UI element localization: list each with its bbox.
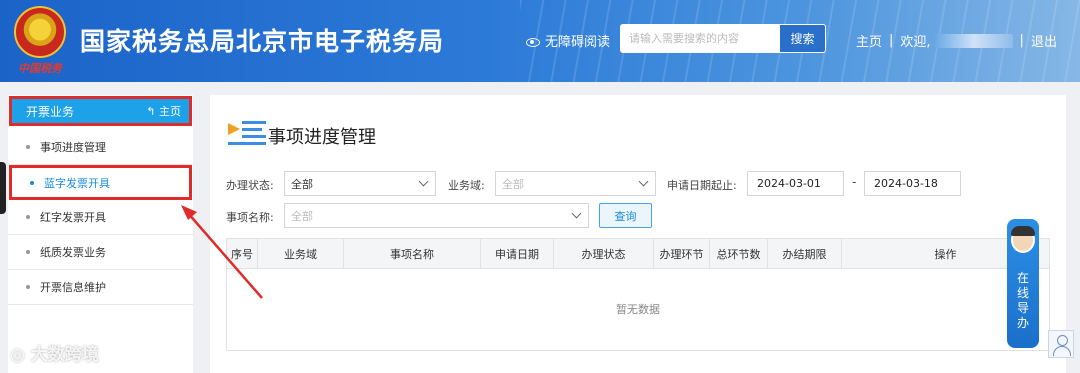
site-header: 中国税务 国家税务总局北京市电子税务局 无障碍阅读 搜索 主页 | 欢迎, | … [0,0,1080,82]
watermark-logo: ◎ 大数跨境 [10,345,99,365]
site-title: 国家税务总局北京市电子税务局 [80,27,445,56]
column-header: 业务域 [258,239,344,269]
welcome-text: 欢迎, [900,35,931,50]
sidebar-item-blue-invoice[interactable]: 蓝字发票开具 [9,165,192,200]
emblem-caption: 中国税务 [18,62,62,75]
accessible-reading-link[interactable]: 无障碍阅读 [526,31,610,50]
guide-char: 在线导办 [1016,271,1029,330]
page-title: 事项进度管理 [268,127,376,148]
sidebar-home-link[interactable]: ↰ 主页 [146,103,181,119]
sidebar-header: 开票业务 ↰ 主页 [9,96,192,126]
table-header: 序号 业务域 事项名称 申请日期 办理状态 办理环节 总环节数 办结期限 操作 [227,239,1049,269]
column-header: 申请日期 [481,239,554,269]
bullet-icon [26,215,30,219]
sidebar-item-invoice-info[interactable]: 开票信息维护 [8,270,193,305]
chevron-down-icon [418,176,429,187]
online-guide-label: 在线导办 [1007,271,1039,331]
top-nav: 主页 | 欢迎, | 退出 [856,31,1057,50]
list-title-icon [228,121,266,145]
search-button[interactable]: 搜索 [779,24,826,53]
sidebar-section-title: 开票业务 [26,104,75,119]
empty-state: 暂无数据 [616,303,660,316]
sidebar-item-progress[interactable]: 事项进度管理 [8,130,193,165]
search-input[interactable] [620,24,780,53]
chevron-down-icon [571,208,582,219]
tax-emblem-icon [14,6,66,58]
column-header: 办理状态 [554,239,654,269]
bullet-icon [30,180,34,185]
date-from-input[interactable]: 2024-03-01 [747,171,844,196]
username-redacted [934,33,1013,48]
date-to-input[interactable]: 2024-03-18 [864,171,961,196]
column-header: 总环节数 [710,239,768,269]
query-button[interactable]: 查询 [599,203,652,228]
domain-select[interactable]: 全部 [495,171,656,196]
column-header: 事项名称 [344,239,481,269]
item-name-label: 事项名称: [226,211,274,224]
sidebar-item-red-invoice[interactable]: 红字发票开具 [8,200,193,235]
bullet-icon [26,145,30,149]
assistant-avatar-icon [1011,226,1035,253]
column-header: 办理环节 [654,239,710,269]
side-drawer-handle[interactable] [0,162,6,214]
bullet-icon [26,285,30,289]
date-range-label: 申请日期起止: [667,179,737,192]
status-select[interactable]: 全部 [284,171,436,196]
column-header: 办结期限 [768,239,842,269]
eye-icon [526,38,540,47]
progress-table: 序号 业务域 事项名称 申请日期 办理状态 办理环节 总环节数 办结期限 操作 … [226,238,1050,351]
online-guide-button[interactable]: 在线导办 [1007,219,1039,348]
logout-link[interactable]: 退出 [1031,31,1057,50]
item-name-select[interactable]: 全部 [284,203,589,228]
main-panel: 事项进度管理 办理状态: 全部 业务域: 全部 申请日期起止: 2024-03-… [210,95,1066,373]
bullet-icon [26,250,30,254]
home-link[interactable]: 主页 [856,31,882,50]
domain-label: 业务域: [448,179,485,192]
sidebar: 开票业务 ↰ 主页 事项进度管理 蓝字发票开具 红字发票开具 纸质发票业务 开票… [8,95,193,373]
column-header: 序号 [227,239,258,269]
user-service-icon[interactable] [1048,330,1074,358]
chevron-down-icon [638,176,649,187]
date-separator: - [852,175,857,189]
status-label: 办理状态: [226,179,274,192]
sidebar-item-paper-invoice[interactable]: 纸质发票业务 [8,235,193,270]
